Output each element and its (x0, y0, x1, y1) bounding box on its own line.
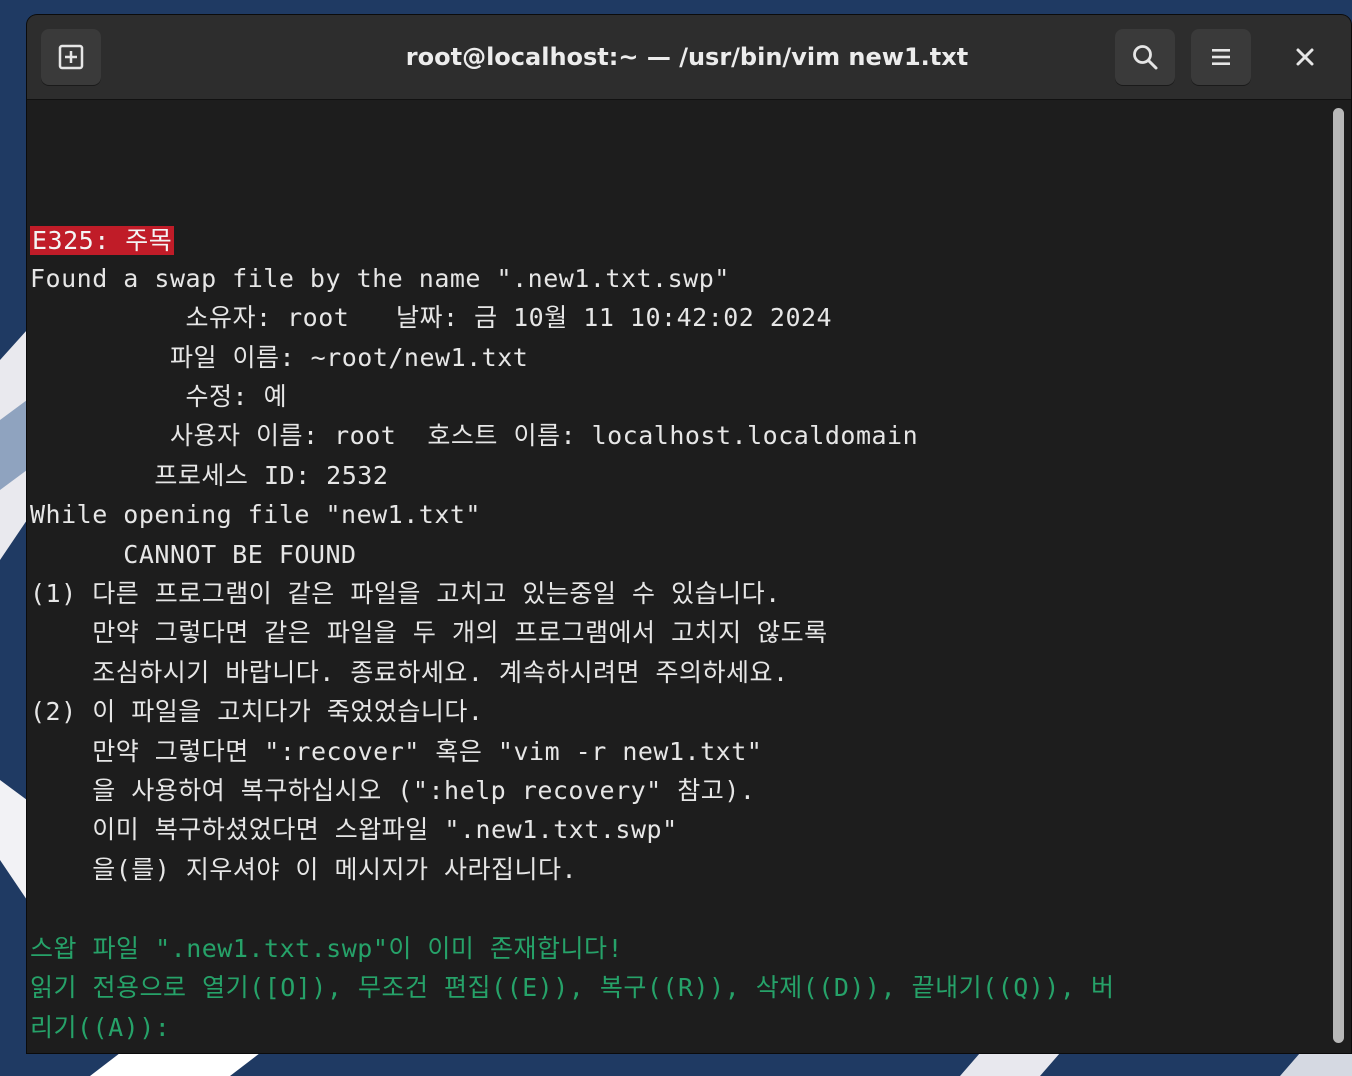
scrollbar[interactable] (1327, 100, 1351, 1053)
terminal-line: 을 사용하여 복구하십시오 (":help recovery" 참고). (30, 776, 756, 805)
terminal-line: 파일 이름: ~root/new1.txt (30, 343, 529, 372)
error-badge: E325: 주목 (30, 226, 175, 255)
terminal-line: 이미 복구하셨었다면 스왑파일 ".new1.txt.swp" (30, 815, 678, 844)
error-line: E325: 주목 (30, 222, 175, 260)
swap-options-line: 읽기 전용으로 열기([O]), 무조건 편집((E)), 복구((R)), 삭… (30, 973, 1115, 1002)
terminal-line: 조심하시기 바랍니다. 종료하세요. 계속하시려면 주의하세요. (30, 658, 789, 687)
terminal-line: 프로세스 ID: 2532 (30, 461, 389, 490)
title-bar: root@localhost:~ — /usr/bin/vim new1.txt (27, 15, 1351, 100)
scrollbar-thumb[interactable] (1333, 108, 1344, 1043)
new-tab-icon (58, 44, 84, 70)
close-button[interactable] (1277, 29, 1333, 85)
new-tab-button[interactable] (41, 29, 101, 85)
terminal-line: Found a swap file by the name ".new1.txt… (30, 264, 730, 293)
terminal-line: (2) 이 파일을 고치다가 죽었었습니다. (30, 697, 484, 726)
window-title: root@localhost:~ — /usr/bin/vim new1.txt (405, 43, 969, 71)
terminal-line: 만약 그렇다면 ":recover" 혹은 "vim -r new1.txt" (30, 737, 763, 766)
terminal-window: root@localhost:~ — /usr/bin/vim new1.txt… (27, 15, 1351, 1053)
terminal-line: 만약 그렇다면 같은 파일을 두 개의 프로그램에서 고치지 않도록 (30, 618, 828, 647)
swap-options-line-cont: 리기((A)): (30, 1013, 171, 1042)
terminal-line: 소유자: root 날짜: 금 10월 11 10:42:02 2024 (30, 303, 833, 332)
close-icon (1296, 48, 1314, 66)
terminal-line: CANNOT BE FOUND (30, 540, 357, 569)
hamburger-menu-icon (1212, 49, 1230, 65)
terminal-line: While opening file "new1.txt" (30, 500, 481, 529)
terminal-line: 수정: 예 (30, 382, 288, 411)
terminal-line: 을(를) 지우셔야 이 메시지가 사라집니다. (30, 855, 578, 884)
terminal-line: (1) 다른 프로그램이 같은 파일을 고치고 있는중일 수 있습니다. (30, 579, 781, 608)
swap-prompt-line: 스왑 파일 ".new1.txt.swp"이 이미 존재합니다! (30, 934, 624, 963)
search-icon (1133, 45, 1158, 70)
menu-button[interactable] (1191, 29, 1251, 85)
terminal-line: 사용자 이름: root 호스트 이름: localhost.localdoma… (30, 421, 919, 450)
search-button[interactable] (1115, 29, 1175, 85)
terminal-output[interactable]: E325: 주목 Found a swap file by the name "… (27, 100, 1327, 1053)
